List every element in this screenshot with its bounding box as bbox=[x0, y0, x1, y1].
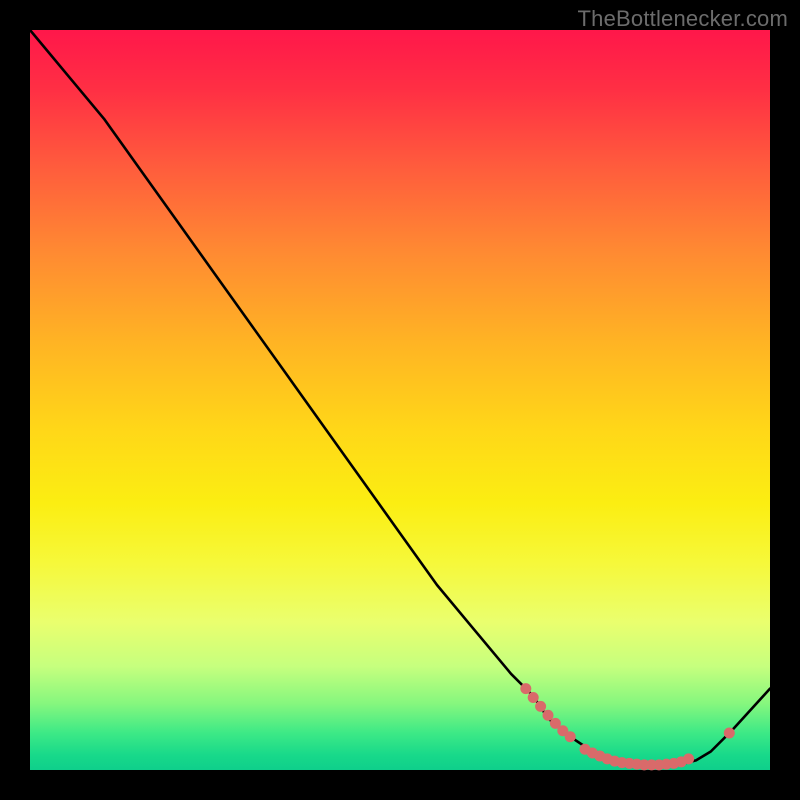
plot-area bbox=[30, 30, 770, 770]
chart-line bbox=[30, 30, 770, 765]
chart-marker bbox=[543, 710, 554, 721]
chart-svg bbox=[30, 30, 770, 770]
chart-marker bbox=[535, 701, 546, 712]
chart-stage: TheBottlenecker.com bbox=[0, 0, 800, 800]
chart-marker bbox=[565, 731, 576, 742]
chart-marker bbox=[724, 728, 735, 739]
chart-marker bbox=[520, 683, 531, 694]
watermark-text: TheBottlenecker.com bbox=[578, 6, 788, 32]
chart-marker bbox=[528, 692, 539, 703]
chart-marker bbox=[683, 753, 694, 764]
